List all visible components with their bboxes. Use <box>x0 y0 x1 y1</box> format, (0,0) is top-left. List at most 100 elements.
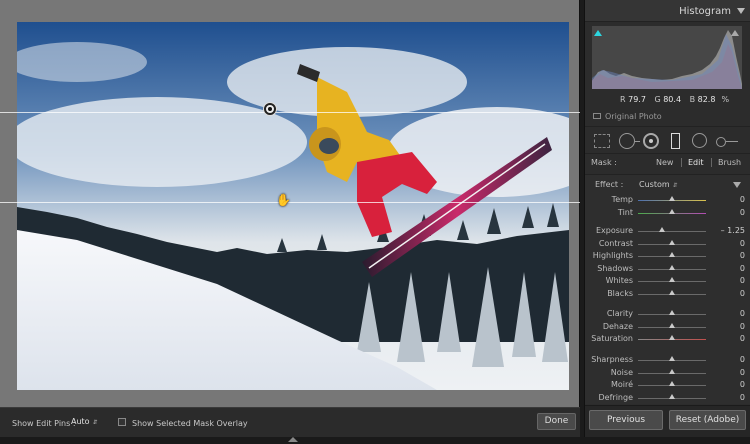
highlight-clipping-icon[interactable] <box>731 30 739 36</box>
original-photo-icon[interactable] <box>593 113 601 119</box>
divider <box>681 158 682 167</box>
slider-value[interactable]: 0 <box>740 195 745 204</box>
slider-row-dehaze: Dehaze 0 <box>585 321 750 333</box>
slider-label: Dehaze <box>602 321 633 331</box>
slider-thumb[interactable] <box>669 356 675 361</box>
slider-label: Saturation <box>591 334 633 343</box>
slider-label: Whites <box>605 276 633 285</box>
slider-value[interactable]: 0 <box>740 239 745 248</box>
slider-value[interactable]: 0 <box>740 289 745 298</box>
slider-row-contrast: Contrast 0 <box>585 238 750 250</box>
slider-value[interactable]: 0 <box>740 208 745 217</box>
histogram-title: Histogram <box>679 6 731 17</box>
mask-new-button[interactable]: New <box>656 158 673 167</box>
slider-thumb[interactable] <box>669 322 675 328</box>
slider-label: Noise <box>610 367 633 377</box>
slider-label: Moiré <box>610 380 633 389</box>
b-value: 82.8 <box>697 95 716 104</box>
slider-label: Temp <box>611 195 633 204</box>
slider-thumb[interactable] <box>669 277 675 282</box>
slider-row-saturation: Saturation 0 <box>585 333 750 345</box>
slider-row-sharpness: Sharpness 0 <box>585 354 750 366</box>
done-button[interactable]: Done <box>537 413 576 430</box>
slider-thumb[interactable] <box>669 289 675 295</box>
slider-value[interactable]: 0 <box>740 334 745 343</box>
slider-row-shadows: Shadows 0 <box>585 263 750 275</box>
effect-select[interactable]: Custom ⇵ <box>639 180 678 189</box>
slider-row-highlights: Highlights 0 <box>585 250 750 262</box>
radial-filter-icon[interactable] <box>692 133 707 148</box>
mask-label: Mask : <box>591 158 617 167</box>
slider-row-whites: Whites 0 <box>585 275 750 287</box>
show-mask-overlay-checkbox[interactable] <box>118 418 126 426</box>
slider-thumb[interactable] <box>669 393 675 399</box>
percent-unit: % <box>721 95 730 104</box>
collapse-effect-icon[interactable] <box>733 182 741 188</box>
rgb-readout: R 79.7 G 80.4 B 82.8% <box>620 95 729 104</box>
slider-row-noise: Noise 0 <box>585 367 750 379</box>
show-edit-pins-select[interactable]: Auto ⇵ <box>71 417 98 426</box>
histogram-header[interactable]: Histogram <box>585 0 750 22</box>
slider-value[interactable]: 0 <box>740 264 745 273</box>
g-label: G <box>654 95 661 104</box>
collapse-panel-icon[interactable] <box>737 8 745 14</box>
red-eye-icon[interactable] <box>643 133 659 149</box>
slider-thumb[interactable] <box>669 381 675 386</box>
show-edit-pins-label: Show Edit Pins : <box>12 419 76 428</box>
slider-value[interactable]: 0 <box>740 355 745 364</box>
crop-tool-icon[interactable] <box>594 134 610 148</box>
slider-thumb[interactable] <box>669 208 675 214</box>
slider-value[interactable]: 0 <box>740 251 745 260</box>
slider-thumb[interactable] <box>659 227 666 232</box>
bottom-toolbar: Show Edit Pins : Auto ⇵ Show Selected Mas… <box>0 407 580 437</box>
slider-label: Tint <box>617 207 633 217</box>
slider-label: Highlights <box>592 251 633 260</box>
slider-thumb[interactable] <box>669 239 675 245</box>
slider-value[interactable]: 0 <box>740 309 745 318</box>
slider-value[interactable]: – 1.25 <box>721 226 745 235</box>
slider-value[interactable]: 0 <box>740 368 745 377</box>
slider-thumb[interactable] <box>669 310 675 315</box>
graduated-filter-pin[interactable] <box>264 103 276 115</box>
slider-value[interactable]: 0 <box>740 393 745 402</box>
slider-value[interactable]: 0 <box>740 380 745 389</box>
adjustment-brush-icon[interactable] <box>716 135 738 147</box>
slider-label: Contrast <box>598 238 633 248</box>
slider-thumb[interactable] <box>669 252 675 257</box>
slider-row-blacks: Blacks 0 <box>585 288 750 300</box>
filmstrip-edge <box>0 437 750 444</box>
graduated-filter-top-line[interactable] <box>0 112 580 113</box>
slider-thumb[interactable] <box>669 335 675 340</box>
slider-thumb[interactable] <box>669 264 675 270</box>
shadow-clipping-icon[interactable] <box>594 30 602 36</box>
histogram-graph[interactable] <box>592 26 742 89</box>
effect-row: Effect : Custom ⇵ <box>585 179 750 191</box>
b-label: B <box>689 95 696 104</box>
adjustments-section: Effect : Custom ⇵ Temp 0 Tint 0 Exposure – 1.2… <box>585 174 750 404</box>
mask-brush-button[interactable]: Brush <box>718 158 741 167</box>
spot-removal-icon[interactable] <box>619 133 640 149</box>
slider-row-moir: Moiré 0 <box>585 379 750 391</box>
photo-viewer[interactable]: ✋ <box>0 0 580 407</box>
right-panel: Histogram R 79.7 G 80.4 B 82.8% Original… <box>584 0 750 437</box>
mask-row: Mask : New Edit Brush <box>585 155 750 172</box>
mask-edit-button[interactable]: Edit <box>688 158 704 167</box>
slider-label: Defringe <box>598 392 633 402</box>
photo-image <box>17 22 569 390</box>
reset-button[interactable]: Reset (Adobe) <box>669 410 746 430</box>
slider-thumb[interactable] <box>669 368 675 374</box>
slider-row-clarity: Clarity 0 <box>585 308 750 320</box>
slider-label: Shadows <box>597 263 633 273</box>
expand-filmstrip-icon[interactable] <box>288 437 298 442</box>
slider-value[interactable]: 0 <box>740 322 745 331</box>
slider-label: Exposure <box>595 226 633 235</box>
slider-thumb[interactable] <box>669 196 675 201</box>
updown-chevron-icon: ⇵ <box>92 419 98 426</box>
slider-track[interactable] <box>638 231 706 232</box>
slider-value[interactable]: 0 <box>740 276 745 285</box>
graduated-filter-icon[interactable] <box>671 133 680 149</box>
effect-value: Custom <box>639 180 670 189</box>
slider-label: Clarity <box>606 309 633 318</box>
photo-canvas[interactable] <box>17 22 569 390</box>
previous-button[interactable]: Previous <box>589 410 663 430</box>
